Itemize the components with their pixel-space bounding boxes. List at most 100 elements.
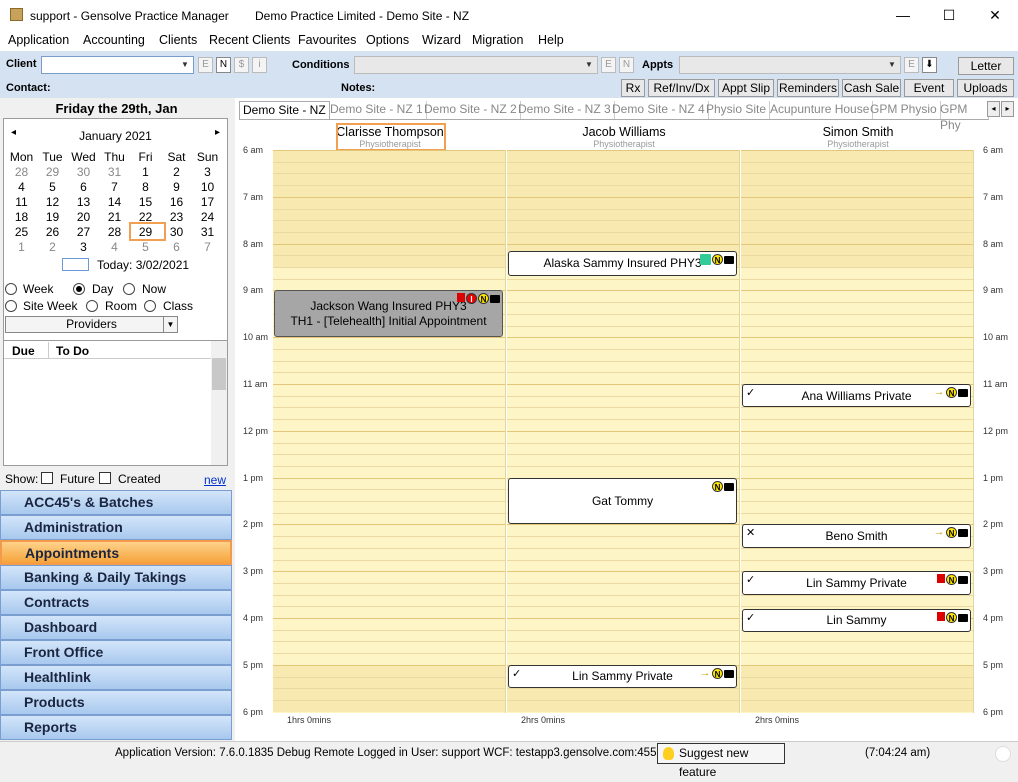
calendar-day[interactable]: 3 — [192, 165, 223, 179]
provider-name[interactable]: Simon Smith — [741, 125, 975, 139]
calendar-day[interactable]: 31 — [99, 165, 130, 179]
nav-dashboard[interactable]: Dashboard — [0, 615, 232, 640]
calendar-day[interactable]: 26 — [37, 225, 68, 239]
calendar-day[interactable]: 7 — [192, 240, 223, 254]
calendar-day[interactable]: 27 — [68, 225, 99, 239]
calendar-day[interactable]: 14 — [99, 195, 130, 209]
calendar-day[interactable]: 2 — [161, 165, 192, 179]
site-week-radio[interactable] — [5, 300, 17, 312]
todo-scrollbar[interactable] — [211, 341, 227, 465]
download-icon[interactable]: ⬇ — [922, 57, 937, 73]
client-e-button[interactable]: E — [198, 57, 213, 73]
appointment-block[interactable]: Ana Williams Private ✓ → N — [742, 384, 971, 408]
providers-dropdown[interactable]: Providers ▼ — [5, 316, 178, 333]
tab-demo-site-nz[interactable]: Demo Site - NZ — [239, 101, 330, 119]
conditions-combo[interactable]: ▼ — [354, 56, 598, 74]
client-combo[interactable]: ▼ — [41, 56, 194, 74]
menu-clients[interactable]: Clients — [159, 33, 197, 47]
nav-acc45-s-batches[interactable]: ACC45's & Batches — [0, 490, 232, 515]
calendar-day[interactable]: 6 — [68, 180, 99, 194]
today-label[interactable]: Today: 3/02/2021 — [97, 258, 189, 272]
menu-application[interactable]: Application — [8, 33, 69, 47]
future-checkbox[interactable] — [41, 472, 53, 484]
calendar-day[interactable]: 1 — [130, 165, 161, 179]
room-view-radio[interactable] — [86, 300, 98, 312]
calendar-day[interactable]: 29 — [37, 165, 68, 179]
menu-migration[interactable]: Migration — [472, 33, 523, 47]
menu-accounting[interactable]: Accounting — [83, 33, 145, 47]
menu-favourites[interactable]: Favourites — [298, 33, 356, 47]
calendar-day[interactable]: 8 — [130, 180, 161, 194]
appointment-block[interactable]: Lin Sammy ✓ N — [742, 608, 971, 633]
nav-products[interactable]: Products — [0, 690, 232, 715]
conditions-e-button[interactable]: E — [601, 57, 616, 73]
calendar-day[interactable]: 30 — [68, 165, 99, 179]
appt-slip-button[interactable]: Appt Slip — [718, 79, 774, 97]
appts-combo[interactable]: ▼ — [679, 56, 901, 74]
rx-button[interactable]: Rx — [621, 79, 645, 97]
calendar-day[interactable]: 12 — [37, 195, 68, 209]
todo-column[interactable]: To Do — [56, 344, 89, 358]
appts-e-button[interactable]: E — [904, 57, 919, 73]
calendar-day[interactable]: 1 — [6, 240, 37, 254]
appointment-block[interactable]: Jackson Wang Insured PHY3 TH1 - [Teleheal… — [274, 290, 503, 338]
calendar-day[interactable]: 3 — [68, 240, 99, 254]
calendar-day[interactable]: 25 — [6, 225, 37, 239]
calendar-day[interactable]: 2 — [37, 240, 68, 254]
calendar-day[interactable]: 20 — [68, 210, 99, 224]
tab-demo-site-nz-4[interactable]: Demo Site - NZ 4 — [609, 101, 709, 119]
event-button[interactable]: Event — [904, 79, 954, 97]
next-month-icon[interactable]: ▸ — [215, 127, 220, 138]
calendar-day[interactable]: 28 — [99, 225, 130, 239]
tab-demo-site-nz-2[interactable]: Demo Site - NZ 2 — [421, 101, 521, 119]
calendar-day[interactable]: 5 — [130, 240, 161, 254]
nav-contracts[interactable]: Contracts — [0, 590, 232, 615]
ref-inv-dx-button[interactable]: Ref/Inv/Dx — [648, 79, 715, 97]
menu-wizard[interactable]: Wizard — [422, 33, 461, 47]
reminders-button[interactable]: Reminders — [777, 79, 839, 97]
calendar-day[interactable]: 10 — [192, 180, 223, 194]
tab-scroll-right-icon[interactable]: ▸ — [1001, 101, 1014, 117]
nav-healthlink[interactable]: Healthlink — [0, 665, 232, 690]
created-checkbox[interactable] — [99, 472, 111, 484]
appointment-block[interactable]: Gat Tommy N — [508, 477, 737, 525]
calendar-day[interactable]: 28 — [6, 165, 37, 179]
calendar-day[interactable]: 17 — [192, 195, 223, 209]
calendar-day[interactable]: 7 — [99, 180, 130, 194]
conditions-n-button[interactable]: N — [619, 57, 634, 73]
client-n-button[interactable]: N — [216, 57, 231, 73]
chevron-down-icon[interactable]: ▼ — [178, 58, 192, 72]
calendar-day[interactable]: 4 — [99, 240, 130, 254]
calendar-day[interactable]: 16 — [161, 195, 192, 209]
uploads-button[interactable]: Uploads — [957, 79, 1014, 97]
calendar-day[interactable]: 11 — [6, 195, 37, 209]
calendar-day[interactable]: 6 — [161, 240, 192, 254]
now-view-radio[interactable] — [123, 283, 135, 295]
provider-name[interactable]: Jacob Williams — [507, 125, 741, 139]
appointment-block[interactable]: Lin Sammy Private ✓ → N — [508, 664, 737, 689]
nav-administration[interactable]: Administration — [0, 515, 232, 540]
appointment-block[interactable]: Alaska Sammy Insured PHY3 N — [508, 250, 737, 277]
menu-help[interactable]: Help — [538, 33, 564, 47]
menu-options[interactable]: Options — [366, 33, 409, 47]
calendar-day[interactable]: 9 — [161, 180, 192, 194]
cash-sale-button[interactable]: Cash Sale — [842, 79, 901, 97]
calendar-day[interactable]: 15 — [130, 195, 161, 209]
tab-physio-site[interactable]: Physio Site — [703, 101, 771, 119]
tab-scroll-left-icon[interactable]: ◂ — [987, 101, 1000, 117]
tab-demo-site-nz-3[interactable]: Demo Site - NZ 3 — [515, 101, 615, 119]
calendar-day[interactable]: 4 — [6, 180, 37, 194]
tab-gpm-phy[interactable]: GPM Phy — [937, 101, 989, 132]
calendar-day[interactable]: 31 — [192, 225, 223, 239]
nav-banking-daily-takings[interactable]: Banking & Daily Takings — [0, 565, 232, 590]
letter-button[interactable]: Letter — [958, 57, 1014, 75]
suggest-feature-button[interactable]: Suggest new feature — [657, 743, 785, 779]
tab-demo-site-nz-1[interactable]: Demo Site - NZ 1 — [327, 101, 427, 119]
chevron-down-icon[interactable]: ▼ — [163, 317, 177, 332]
class-view-radio[interactable] — [144, 300, 156, 312]
calendar-day[interactable]: 18 — [6, 210, 37, 224]
calendar-day[interactable]: 19 — [37, 210, 68, 224]
chevron-down-icon[interactable]: ▼ — [582, 58, 596, 72]
due-column[interactable]: Due — [12, 344, 35, 358]
client-dollar-button[interactable]: $ — [234, 57, 249, 73]
